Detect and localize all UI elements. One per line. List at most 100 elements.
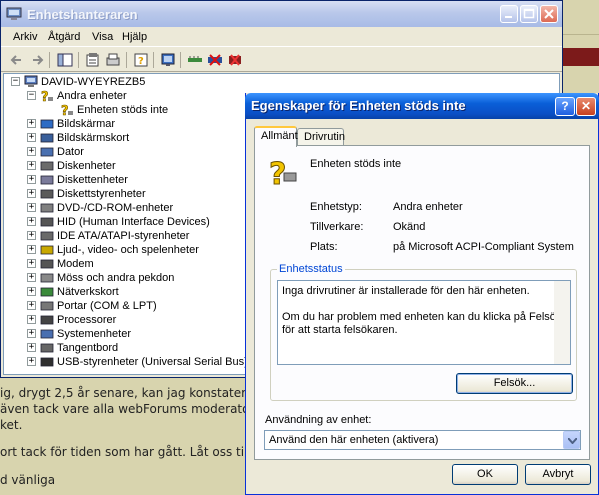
minimize-button[interactable] — [500, 5, 518, 23]
help-icon[interactable]: ? — [133, 52, 149, 68]
expand-toggle[interactable]: + — [27, 161, 36, 170]
device-category-icon — [40, 301, 54, 311]
device-status-text[interactable]: Inga drivrutiner är installerade för den… — [277, 280, 571, 365]
tree-category-item[interactable]: + Systemenheter — [27, 327, 131, 341]
tab-allmant[interactable]: Allmänt — [254, 126, 298, 147]
status-message: Inga drivrutiner är installerade för den… — [282, 285, 530, 297]
device-category-icon — [40, 203, 54, 213]
expand-toggle[interactable]: + — [27, 287, 36, 296]
expand-toggle[interactable]: + — [27, 357, 36, 366]
tree-category-item[interactable]: + Diskettenheter — [27, 173, 128, 187]
show-hide-console-tree-icon[interactable] — [57, 52, 73, 68]
dropdown-button[interactable] — [563, 431, 580, 449]
tab-panel-general: ? Enheten stöds inte Enhetstyp: Andra en… — [254, 145, 590, 460]
tree-item-label: Diskenheter — [57, 160, 116, 172]
computer-management-icon — [6, 7, 22, 20]
update-driver-icon[interactable] — [187, 52, 203, 68]
maximize-button[interactable] — [520, 5, 538, 23]
tree-category-item[interactable]: + Diskenheter — [27, 159, 116, 173]
menu-arkiv[interactable]: Arkiv — [13, 31, 37, 43]
scan-hardware-icon[interactable] — [160, 52, 176, 68]
tree-category-item[interactable]: + Bildskärmskort — [27, 131, 129, 145]
expand-toggle[interactable]: + — [27, 147, 36, 156]
device-category-icon — [40, 357, 54, 367]
forward-icon[interactable] — [29, 52, 45, 68]
close-icon — [544, 9, 554, 19]
status-scrollbar[interactable] — [554, 281, 570, 364]
tree-category-item[interactable]: + Diskettstyrenheter — [27, 187, 146, 201]
menu-atgard[interactable]: Åtgärd — [48, 31, 80, 43]
location-value: på Microsoft ACPI-Compliant System — [393, 241, 574, 253]
expand-toggle[interactable]: + — [27, 175, 36, 184]
device-category-icon — [40, 175, 54, 185]
expand-toggle[interactable]: + — [27, 301, 36, 310]
tree-item-label: Modem — [57, 258, 94, 270]
tree-item-label: Dator — [57, 146, 84, 158]
print-icon[interactable] — [105, 52, 121, 68]
device-category-icon — [40, 329, 54, 339]
tree-category-item[interactable]: + Modem — [27, 257, 94, 271]
unknown-device-large-icon: ? — [269, 157, 297, 188]
menu-bar: Arkiv Åtgärd Visa Hjälp — [1, 27, 562, 47]
collapse-toggle[interactable]: − — [27, 91, 36, 100]
tree-category-item[interactable]: + Bildskärmar — [27, 117, 115, 131]
tree-root[interactable]: − DAVID-WYEYREZB5 — [11, 75, 145, 89]
expand-toggle[interactable]: + — [27, 329, 36, 338]
back-icon[interactable] — [9, 52, 25, 68]
disable-icon[interactable] — [207, 52, 223, 68]
tree-category-item[interactable]: + Dator — [27, 145, 84, 159]
device-manager-titlebar[interactable]: Enhetshanteraren — [1, 1, 562, 27]
expand-toggle[interactable]: + — [27, 343, 36, 352]
tree-category-item[interactable]: + HID (Human Interface Devices) — [27, 215, 210, 229]
collapse-toggle[interactable]: − — [11, 77, 20, 86]
dialog-help-button[interactable]: ? — [555, 97, 575, 116]
expand-toggle[interactable]: + — [27, 245, 36, 254]
expand-toggle[interactable]: + — [27, 189, 36, 198]
status-message: Om du har problem med enheten kan du kli… — [282, 311, 562, 336]
tree-item-label: USB-styrenheter (Universal Serial Bus) — [57, 356, 248, 368]
troubleshoot-button[interactable]: Felsök... — [456, 373, 573, 394]
uninstall-icon[interactable] — [227, 52, 243, 68]
maximize-icon — [523, 8, 535, 19]
unknown-device-icon: ? — [61, 104, 73, 117]
tree-category-item[interactable]: + Tangentbord — [27, 341, 118, 355]
tree-item-enheten-stods-inte[interactable]: ? Enheten stöds inte — [60, 103, 168, 117]
background-text-line: ort tack för tiden som har gått. Låt oss… — [0, 445, 248, 459]
device-usage-select[interactable]: Använd den här enheten (aktivera) — [264, 430, 581, 450]
cancel-button[interactable]: Avbryt — [525, 464, 591, 485]
tree-category-item[interactable]: + Nätverkskort — [27, 285, 119, 299]
expand-toggle[interactable]: + — [27, 273, 36, 282]
dialog-titlebar[interactable]: Egenskaper för Enheten stöds inte ? ✕ — [245, 93, 599, 119]
tree-category-item[interactable]: + Portar (COM & LPT) — [27, 299, 157, 313]
tree-item-label: HID (Human Interface Devices) — [57, 216, 210, 228]
expand-toggle[interactable]: + — [27, 231, 36, 240]
properties-icon[interactable] — [85, 52, 101, 68]
toolbar-separator — [49, 52, 50, 68]
device-category-icon — [40, 133, 54, 143]
tab-drivrutin[interactable]: Drivrutin — [297, 128, 345, 145]
device-status-title: Enhetsstatus — [277, 263, 345, 275]
device-category-icon — [40, 287, 54, 297]
expand-toggle[interactable]: + — [27, 133, 36, 142]
expand-toggle[interactable]: + — [27, 119, 36, 128]
menu-visa[interactable]: Visa — [92, 31, 113, 43]
expand-toggle[interactable]: + — [27, 217, 36, 226]
tree-category-item[interactable]: + Processorer — [27, 313, 116, 327]
background-text-line: ket. — [0, 418, 23, 432]
close-button[interactable] — [540, 5, 558, 23]
device-category-icon — [40, 119, 54, 129]
tree-category-item[interactable]: + Ljud-, video- och spelenheter — [27, 243, 199, 257]
tree-category-item[interactable]: + DVD-/CD-ROM-enheter — [27, 201, 173, 215]
toolbar-separator — [153, 52, 154, 68]
tree-category-item[interactable]: + Möss och andra pekdon — [27, 271, 174, 285]
tree-category-item[interactable]: + USB-styrenheter (Universal Serial Bus) — [27, 355, 248, 369]
expand-toggle[interactable]: + — [27, 315, 36, 324]
tree-item-andra-enheter[interactable]: − ? Andra enheter — [27, 89, 127, 103]
expand-toggle[interactable]: + — [27, 203, 36, 212]
dialog-close-button[interactable]: ✕ — [576, 97, 596, 116]
menu-hjalp[interactable]: Hjälp — [122, 31, 147, 43]
expand-toggle[interactable]: + — [27, 259, 36, 268]
ok-button[interactable]: OK — [452, 464, 518, 485]
background-text-line: ig, drygt 2,5 år senare, kan jag konstat… — [0, 386, 247, 400]
tree-category-item[interactable]: + IDE ATA/ATAPI-styrenheter — [27, 229, 189, 243]
